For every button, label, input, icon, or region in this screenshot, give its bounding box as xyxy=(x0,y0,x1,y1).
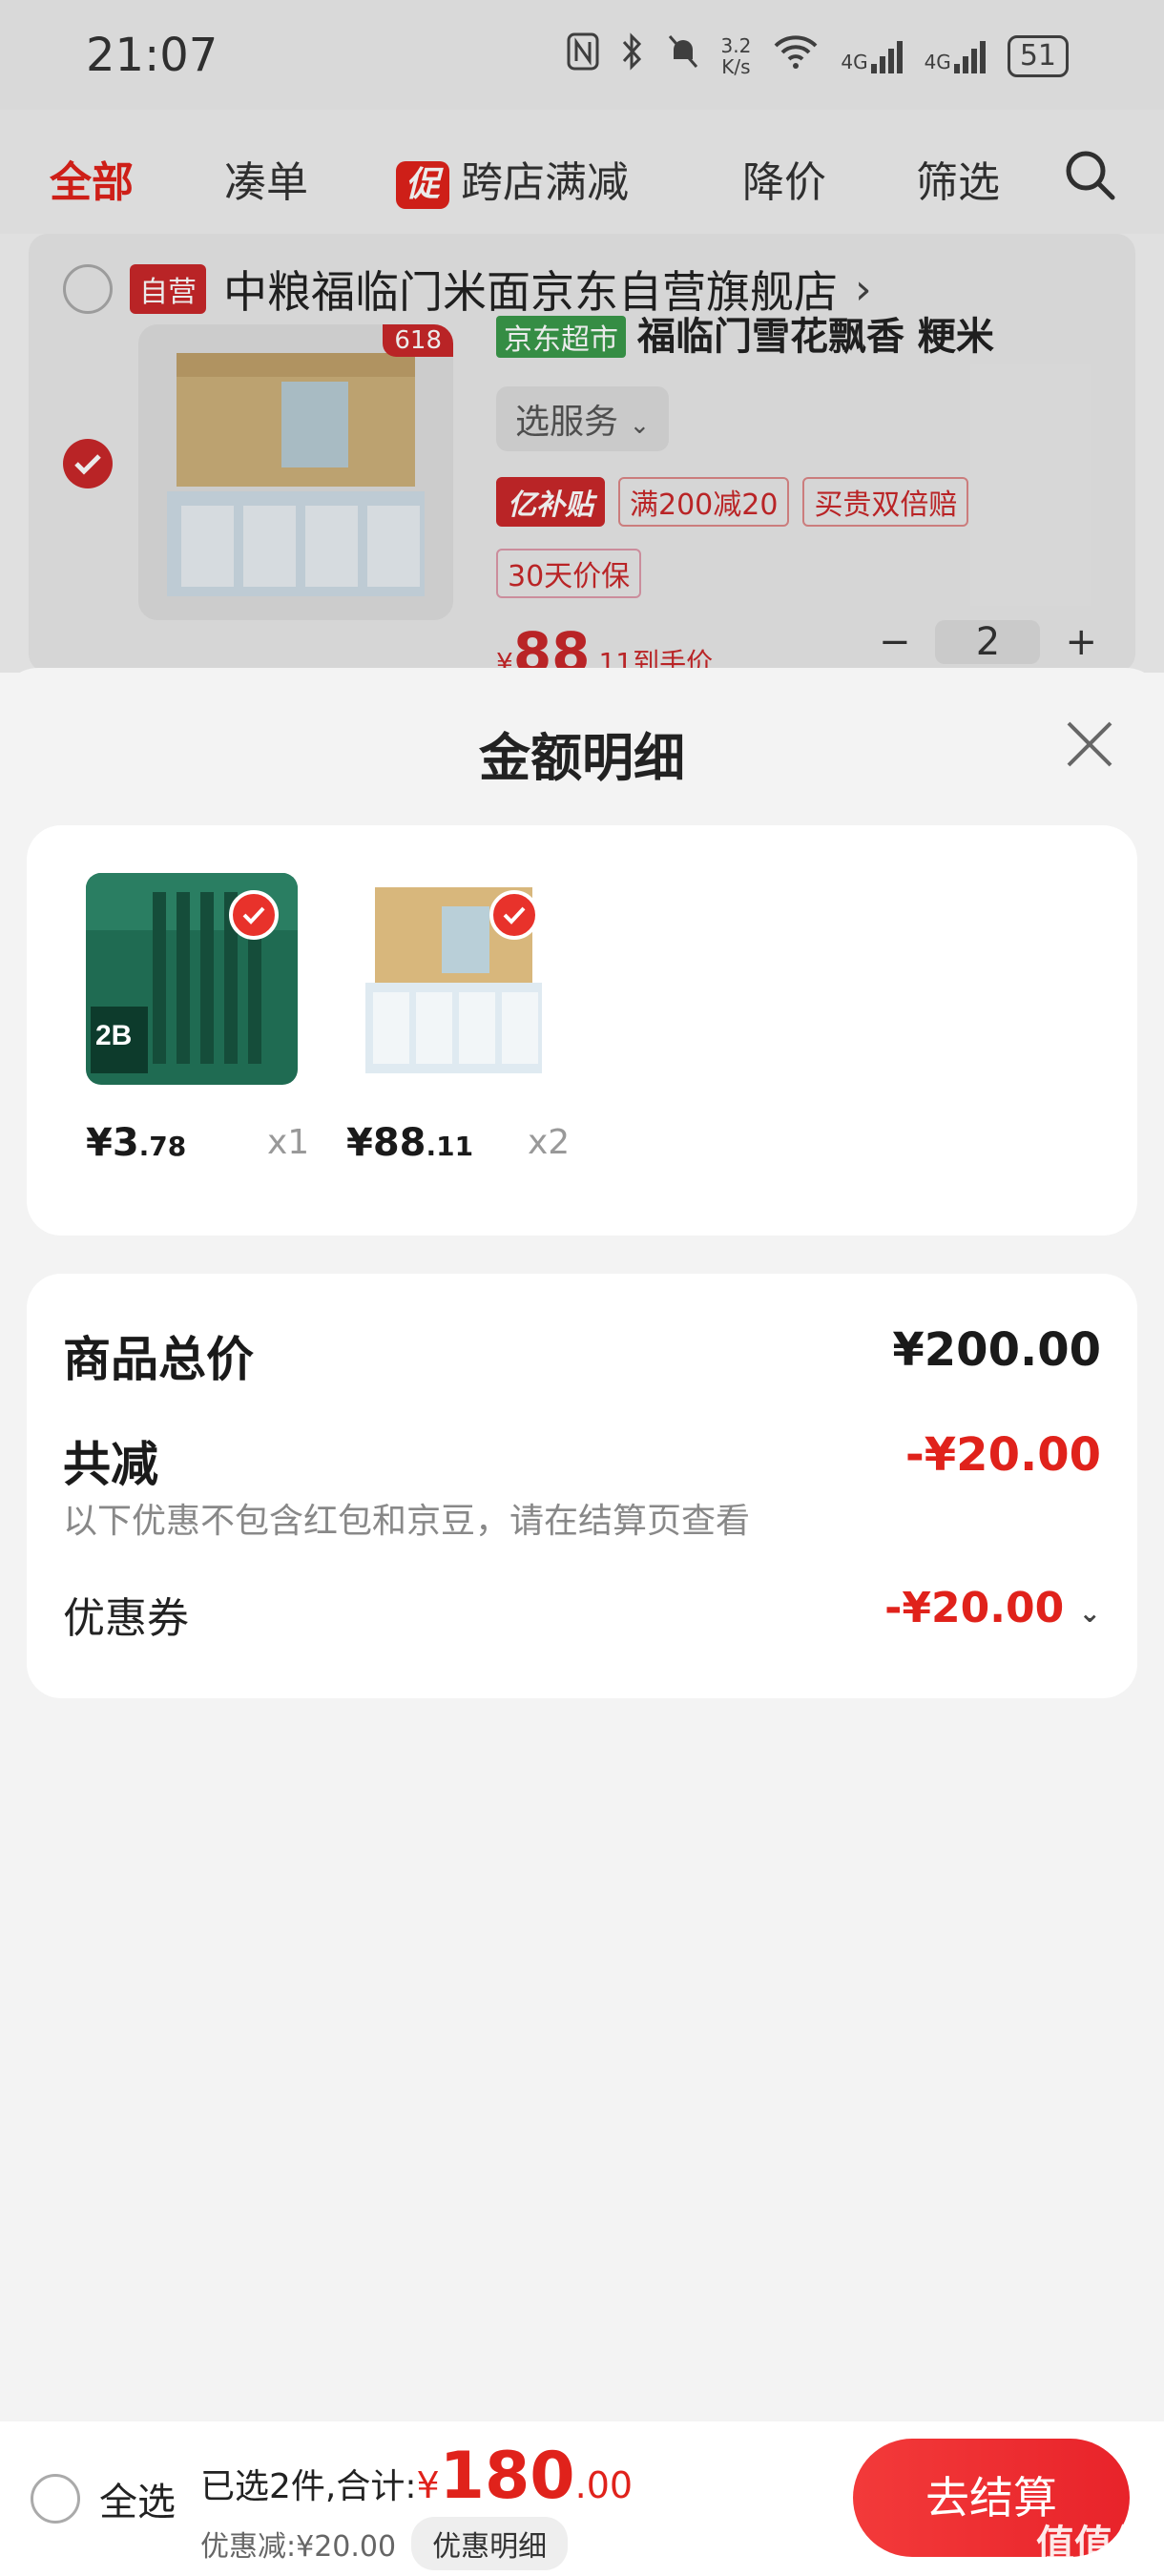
coupon-label[interactable]: 优惠券 xyxy=(63,1584,189,1645)
watermark: 值值值 xyxy=(1036,2523,1151,2566)
select-all-label: 全选 xyxy=(99,2481,176,2524)
dim-overlay[interactable] xyxy=(0,0,1164,673)
list-item[interactable]: 2B ¥3.78 x1 xyxy=(86,873,324,1165)
total-price-label: 商品总价 xyxy=(63,1332,254,1387)
item-checked-icon[interactable] xyxy=(489,890,539,940)
chevron-down-icon: ⌄ xyxy=(1078,1597,1101,1629)
selected-items-card: 2B ¥3.78 x1 ¥88.11 x2 xyxy=(27,825,1137,1236)
discount-note: 以下优惠不包含红包和京豆，请在结算页查看 xyxy=(63,1502,751,1541)
discount-label: 共减 xyxy=(63,1437,158,1492)
select-all-toggle[interactable]: 全选 xyxy=(31,2471,176,2526)
close-icon[interactable] xyxy=(1063,717,1116,771)
select-all-radio[interactable] xyxy=(31,2474,80,2524)
price-summary-card: 商品总价 ¥200.00 共减 -¥20.00 以下优惠不包含红包和京豆，请在结… xyxy=(27,1274,1137,1698)
pencil-product-image: 2B xyxy=(86,873,298,1085)
discount-summary: 优惠减:¥20.00 优惠明细 xyxy=(200,2517,569,2570)
amount-detail-sheet: 金额明细 2B ¥3.78 x1 ¥88.11 x2 商品总价 ¥200.00 … xyxy=(0,668,1164,2423)
item-quantity: x1 xyxy=(267,1123,310,1162)
coupon-value[interactable]: -¥20.00 ⌄ xyxy=(884,1584,1101,1632)
discount-value: -¥20.00 xyxy=(904,1428,1101,1482)
svg-text:2B: 2B xyxy=(95,1020,132,1051)
item-checked-icon[interactable] xyxy=(229,890,279,940)
total-summary: 已选2件,合计:¥180.00 xyxy=(200,2439,634,2514)
total-price-value: ¥200.00 xyxy=(892,1323,1101,1377)
list-item[interactable]: ¥88.11 x2 xyxy=(346,873,585,1165)
item-quantity: x2 xyxy=(528,1123,571,1162)
rice-product-image xyxy=(346,873,558,1085)
sheet-title: 金额明细 xyxy=(479,728,685,788)
discount-detail-button[interactable]: 优惠明细 xyxy=(411,2517,569,2570)
item-price: ¥3.78 xyxy=(86,1121,187,1165)
item-price: ¥88.11 xyxy=(346,1121,474,1165)
checkout-bar: 全选 已选2件,合计:¥180.00 优惠减:¥20.00 优惠明细 去结算 值… xyxy=(0,2421,1164,2576)
